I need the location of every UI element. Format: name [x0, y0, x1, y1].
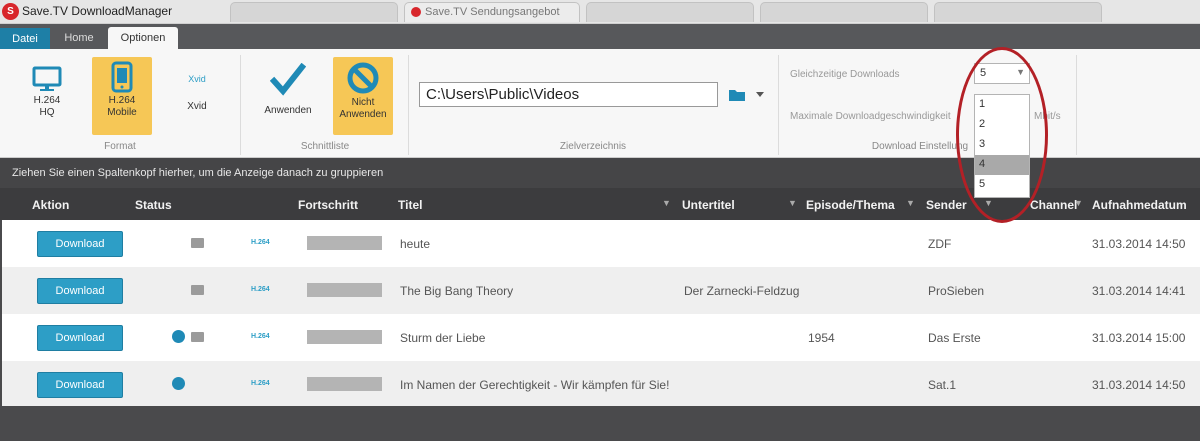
- video-status-icon: [191, 238, 204, 248]
- column-fortschritt[interactable]: Fortschritt: [298, 198, 358, 212]
- cell-sender: ProSieben: [928, 284, 985, 298]
- apply-cutlist-button[interactable]: Anwenden: [258, 57, 318, 135]
- cell-aufnahmedatum: 31.03.2014 14:50: [1092, 378, 1186, 392]
- filter-icon[interactable]: ▼: [788, 198, 797, 208]
- cell-aufnahmedatum: 31.03.2014 14:50: [1092, 237, 1186, 251]
- ribbon-separator: [1076, 55, 1077, 155]
- cell-titel: Sturm der Liebe: [400, 331, 486, 345]
- cell-sender: Das Erste: [928, 331, 981, 345]
- column-episode-thema[interactable]: Episode/Thema: [806, 198, 895, 212]
- progress-bar: [307, 283, 382, 297]
- filter-icon[interactable]: ▼: [906, 198, 915, 208]
- table-row[interactable]: Download H.264 The Big Bang Theory Der Z…: [2, 267, 1200, 314]
- column-channel[interactable]: Channel: [1030, 198, 1077, 212]
- recordings-grid: Download H.264 heute ZDF 31.03.2014 14:5…: [2, 220, 1200, 408]
- in-progress-dot-icon: [172, 377, 185, 390]
- download-button[interactable]: Download: [37, 372, 123, 398]
- background-tab[interactable]: [230, 2, 398, 22]
- mobile-phone-icon: [111, 61, 133, 93]
- svg-text:Xvid: Xvid: [188, 74, 206, 84]
- format-badge: H.264: [251, 239, 270, 246]
- monitor-icon: [32, 66, 62, 91]
- format-label-line1: H.264: [33, 95, 61, 106]
- format-h264-mobile-button[interactable]: H.264 Mobile: [92, 57, 152, 135]
- prohibited-icon: [347, 62, 379, 94]
- tab-favicon-icon: [411, 7, 421, 17]
- progress-bar: [307, 377, 382, 391]
- grid-empty-area: [0, 406, 1200, 441]
- download-button[interactable]: Download: [37, 325, 123, 351]
- progress-bar: [307, 236, 382, 250]
- background-tab[interactable]: [586, 2, 754, 22]
- schnittliste-group-label: Schnittliste: [300, 141, 350, 152]
- format-badge: H.264: [251, 380, 270, 387]
- column-titel[interactable]: Titel: [398, 198, 422, 212]
- not-apply-cutlist-button[interactable]: Nicht Anwenden: [333, 57, 393, 135]
- concurrent-downloads-label: Gleichzeitige Downloads: [790, 69, 900, 80]
- group-by-hint: Ziehen Sie einen Spaltenkopf hierher, um…: [12, 167, 384, 179]
- video-status-icon: [191, 332, 204, 342]
- menu-bar: Datei Home Optionen: [0, 24, 1200, 50]
- tab-home[interactable]: Home: [56, 27, 102, 49]
- ribbon-separator: [240, 55, 241, 155]
- not-apply-label-line1: Nicht: [351, 97, 375, 108]
- cell-sender: Sat.1: [928, 378, 957, 392]
- table-row[interactable]: Download H.264 Sturm der Liebe 1954 Das …: [2, 314, 1200, 361]
- in-progress-dot-icon: [172, 330, 185, 343]
- max-speed-label: Maximale Downloadgeschwindigkeit: [790, 111, 951, 122]
- format-label-line2: HQ: [39, 107, 55, 118]
- cell-titel: heute: [400, 237, 431, 251]
- cell-episode: 1954: [808, 331, 835, 345]
- ribbon-separator: [778, 55, 779, 155]
- column-status[interactable]: Status: [135, 198, 172, 212]
- format-badge: H.264: [251, 333, 270, 340]
- background-tab[interactable]: [760, 2, 928, 22]
- target-directory-input[interactable]: [419, 82, 718, 107]
- tab-datei[interactable]: Datei: [0, 28, 50, 50]
- download-button[interactable]: Download: [37, 278, 123, 304]
- table-row[interactable]: Download H.264 heute ZDF 31.03.2014 14:5…: [2, 220, 1200, 267]
- annotation-circle: [956, 47, 1048, 223]
- format-label-line2: Mobile: [107, 107, 137, 118]
- cell-titel: The Big Bang Theory: [400, 284, 514, 298]
- filter-icon[interactable]: ▼: [662, 198, 671, 208]
- ribbon-separator: [408, 55, 409, 155]
- tab-optionen[interactable]: Optionen: [108, 27, 178, 49]
- column-sender[interactable]: Sender: [926, 198, 967, 212]
- cell-aufnahmedatum: 31.03.2014 14:41: [1092, 284, 1186, 298]
- background-tab-active[interactable]: Save.TV Sendungsangebot: [404, 2, 580, 22]
- not-apply-label-line2: Anwenden: [339, 109, 387, 120]
- format-badge: H.264: [251, 286, 270, 293]
- folder-icon[interactable]: [728, 88, 746, 102]
- title-bar: S Save.TV DownloadManager Save.TV Sendun…: [0, 0, 1200, 24]
- format-group-label: Format: [104, 141, 136, 152]
- target-directory-group-label: Zielverzeichnis: [559, 141, 627, 152]
- column-untertitel[interactable]: Untertitel: [682, 198, 735, 212]
- cell-titel: Im Namen der Gerechtigkeit - Wir kämpfen…: [400, 378, 670, 392]
- xvid-logo-icon: Xvid: [188, 74, 206, 84]
- progress-bar: [307, 330, 382, 344]
- format-label-line1: Xvid: [187, 101, 207, 112]
- format-h264-hq-button[interactable]: H.264 HQ: [22, 57, 72, 135]
- column-aktion[interactable]: Aktion: [32, 198, 69, 212]
- app-icon: S: [2, 3, 19, 20]
- cell-untertitel: Der Zarnecki-Feldzug: [684, 284, 800, 298]
- format-label-line1: H.264: [108, 95, 136, 106]
- apply-label: Anwenden: [264, 105, 312, 116]
- cell-aufnahmedatum: 31.03.2014 15:00: [1092, 331, 1186, 345]
- background-tab-label: Save.TV Sendungsangebot: [425, 6, 560, 18]
- background-tab[interactable]: [934, 2, 1102, 22]
- window-title: Save.TV DownloadManager: [22, 4, 173, 18]
- filter-icon[interactable]: ▼: [1074, 198, 1083, 208]
- format-xvid-button[interactable]: Xvid Xvid: [172, 57, 222, 135]
- table-row[interactable]: Download H.264 Im Namen der Gerechtigkei…: [2, 361, 1200, 408]
- column-aufnahmedatum[interactable]: Aufnahmedatum: [1092, 198, 1187, 212]
- video-status-icon: [191, 285, 204, 295]
- cell-sender: ZDF: [928, 237, 952, 251]
- download-button[interactable]: Download: [37, 231, 123, 257]
- chevron-down-icon[interactable]: [756, 92, 764, 98]
- checkmark-icon: [270, 63, 306, 96]
